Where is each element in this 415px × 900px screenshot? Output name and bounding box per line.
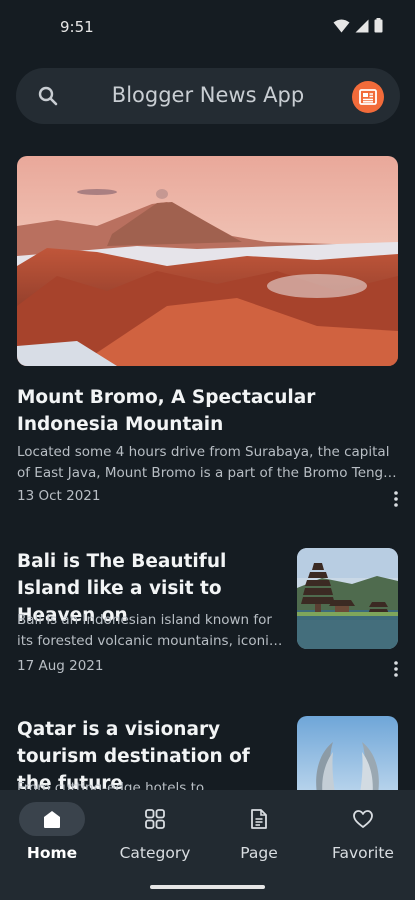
app-logo[interactable] [352,81,384,113]
status-time: 9:51 [60,18,94,36]
nav-label: Page [240,844,278,862]
post-excerpt: From cutting-edge hotels to [17,778,285,790]
nav-pill [19,802,85,836]
news-feed[interactable]: Mount Bromo, A Spectacular Indonesia Mou… [0,140,415,790]
featured-excerpt: Located some 4 hours drive from Surabaya… [17,442,397,484]
nav-item-home[interactable]: Home [2,802,102,862]
newspaper-icon [359,89,377,105]
nav-item-category[interactable]: Category [105,802,205,862]
featured-image[interactable] [17,156,398,366]
nav-pill [122,802,188,836]
cell-signal-icon [355,19,369,32]
search-title[interactable]: Blogger News App [76,83,340,107]
nav-pill [330,802,396,836]
post-excerpt: Bali is an Indonesian island known for i… [17,610,285,652]
post-thumbnail[interactable] [297,716,398,790]
post-date: 17 Aug 2021 [17,658,104,674]
excerpt-line: Located some 4 hours drive from Surabaya… [17,444,390,460]
heart-icon [353,810,373,828]
search-bar[interactable]: Blogger News App [16,68,400,124]
featured-title[interactable]: Mount Bromo, A Spectacular Indonesia Mou… [17,384,397,438]
wifi-icon [333,19,350,32]
excerpt-line: From cutting-edge hotels to [17,780,205,790]
home-icon [44,811,60,828]
status-bar: 9:51 [0,0,415,56]
document-icon [251,809,267,829]
nav-label: Favorite [332,844,394,862]
nav-item-favorite[interactable]: Favorite [313,802,413,862]
nav-pill [226,802,292,836]
search-icon[interactable] [36,84,60,108]
post-thumbnail[interactable] [297,548,398,649]
monument-image [297,716,398,790]
more-options-icon[interactable] [386,489,406,509]
excerpt-line: its forested volcanic mountains, iconic … [17,633,285,649]
home-indicator[interactable] [150,885,265,889]
grid-icon [145,809,165,829]
battery-icon [374,18,383,33]
nav-label: Home [26,844,78,862]
nav-label: Category [119,844,191,862]
excerpt-line: Bali is an Indonesian island known for [17,612,272,628]
excerpt-line: of East Java, Mount Bromo is a part of t… [17,465,397,481]
more-options-icon[interactable] [386,659,406,679]
mountain-landscape-image [17,156,398,366]
bottom-navigation: Home Category Page Favorite [0,790,415,900]
featured-date: 13 Oct 2021 [17,488,101,504]
status-icons [333,18,383,33]
nav-item-page[interactable]: Page [209,802,309,862]
temple-image [297,548,398,649]
